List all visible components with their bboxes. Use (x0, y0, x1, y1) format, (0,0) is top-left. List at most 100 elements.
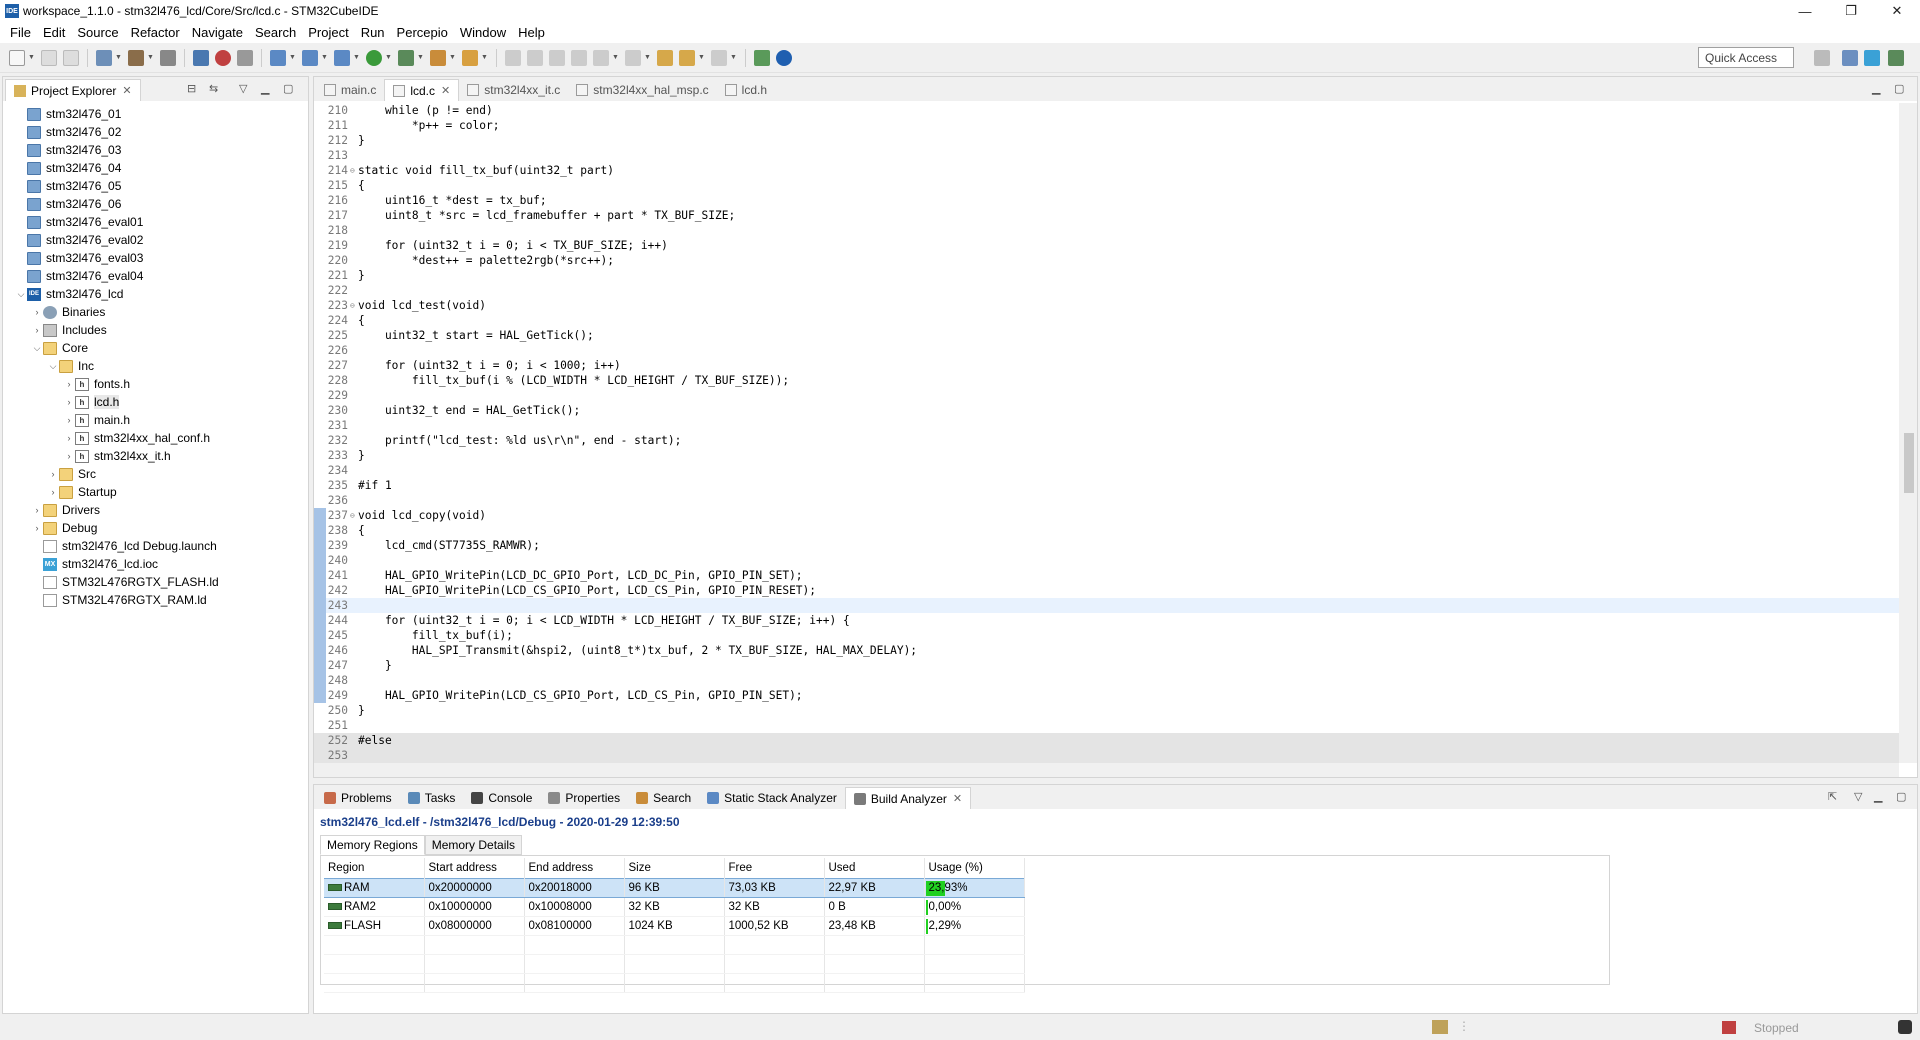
chevron-right-icon[interactable]: › (63, 451, 75, 461)
debug-perspective-icon[interactable] (1888, 50, 1904, 66)
code-line[interactable]: 229 (314, 388, 1899, 403)
code-line[interactable]: 238 { (314, 523, 1899, 538)
tree-item[interactable]: › h stm32l4xx_it.h (3, 447, 308, 465)
tree-item[interactable]: stm32l476_03 (3, 141, 308, 159)
tree-item[interactable]: stm32l476_02 (3, 123, 308, 141)
column-header-used[interactable]: Used (824, 858, 925, 878)
tree-item[interactable]: stm32l476_eval01 (3, 213, 308, 231)
minimize-button[interactable]: — (1782, 0, 1828, 22)
menu-percepio[interactable]: Percepio (391, 25, 454, 40)
code-line[interactable]: 219 for (uint32_t i = 0; i < TX_BUF_SIZE… (314, 238, 1899, 253)
block-select-icon[interactable] (549, 49, 565, 66)
chevron-down-icon[interactable]: ⌵ (31, 343, 43, 354)
next-annotation-dropdown-icon[interactable]: ▼ (612, 54, 619, 61)
code-line[interactable]: 245 fill_tx_buf(i); (314, 628, 1899, 643)
whitespace-icon[interactable] (571, 49, 587, 66)
minimize-editor-icon[interactable]: ▁ (1872, 82, 1880, 95)
pen-icon[interactable] (505, 49, 521, 66)
link-editor-icon[interactable]: ⇆ (209, 82, 218, 95)
menu-refactor[interactable]: Refactor (125, 25, 186, 40)
code-line[interactable]: 247 } (314, 658, 1899, 673)
table-row[interactable]: FLASH 0x08000000 0x08100000 1024 KB 1000,52 … (324, 916, 1025, 936)
code-line[interactable]: 217 uint8_t *src = lcd_framebuffer + par… (314, 208, 1899, 223)
code-line[interactable]: 233} (314, 448, 1899, 463)
code-line[interactable]: 211 *p++ = color; (314, 118, 1899, 133)
menu-source[interactable]: Source (71, 25, 124, 40)
chevron-right-icon[interactable]: › (63, 433, 75, 443)
pin-editor-icon[interactable] (754, 49, 770, 66)
code-line[interactable]: 252 #else (314, 733, 1899, 748)
table-row[interactable]: RAM 0x20000000 0x20018000 96 KB 73,03 KB 22,9… (324, 877, 1025, 898)
code-line[interactable]: 240 (314, 553, 1899, 568)
minimize-view-icon[interactable]: ▁ (1874, 790, 1882, 803)
collapse-all-icon[interactable]: ⊟ (187, 82, 196, 95)
open-type-icon[interactable] (462, 49, 478, 66)
new-project-dropdown-icon[interactable]: ▼ (289, 54, 296, 61)
new-dropdown-icon[interactable]: ▼ (28, 54, 35, 61)
code-line[interactable]: 243 (314, 598, 1899, 613)
code-line[interactable]: 237 ⊖ void lcd_copy(void) (314, 508, 1899, 523)
column-header-free[interactable]: Free (724, 858, 825, 878)
code-line[interactable]: 236 (314, 493, 1899, 508)
menu-search[interactable]: Search (249, 25, 302, 40)
bottom-tab[interactable]: Properties (540, 787, 628, 809)
tree-item[interactable]: › Drivers (3, 501, 308, 519)
status-progress-icon[interactable] (1898, 1020, 1912, 1034)
tree-item[interactable]: stm32l476_04 (3, 159, 308, 177)
fold-icon[interactable]: ⊖ (350, 301, 358, 310)
code-line[interactable]: 249 HAL_GPIO_WritePin(LCD_CS_GPIO_Port, … (314, 688, 1899, 703)
maximize-view-icon[interactable]: ▢ (1896, 790, 1906, 803)
menu-window[interactable]: Window (454, 25, 512, 40)
tree-item[interactable]: › h lcd.h (3, 393, 308, 411)
chevron-down-icon[interactable]: ⌵ (47, 361, 59, 372)
close-icon[interactable]: ✕ (953, 792, 962, 805)
code-line[interactable]: 251 (314, 718, 1899, 733)
chevron-right-icon[interactable]: › (31, 325, 43, 335)
code-line[interactable]: 234 (314, 463, 1899, 478)
view-menu-icon[interactable]: ▽ (1854, 790, 1862, 803)
editor-tab[interactable]: stm32l4xx_it.c (459, 79, 568, 101)
save-icon[interactable] (41, 49, 57, 66)
tree-item[interactable]: STM32L476RGTX_RAM.ld (3, 591, 308, 609)
table-row[interactable]: RAM2 0x10000000 0x10008000 32 KB 32 KB 0 B 0,0… (324, 897, 1025, 917)
code-line[interactable]: 210 while (p != end) (314, 103, 1899, 118)
fold-icon[interactable]: ⊖ (350, 511, 358, 520)
code-line[interactable]: 231 (314, 418, 1899, 433)
tree-item[interactable]: › Binaries (3, 303, 308, 321)
open-perspective-icon[interactable] (1814, 50, 1830, 66)
build-config-dropdown-icon[interactable]: ▼ (115, 54, 122, 61)
menu-navigate[interactable]: Navigate (186, 25, 249, 40)
code-line[interactable]: 220 *dest++ = palette2rgb(*src++); (314, 253, 1899, 268)
minimize-view-icon[interactable]: ▁ (261, 82, 269, 95)
info-icon[interactable] (776, 49, 792, 66)
code-line[interactable]: 218 (314, 223, 1899, 238)
code-line[interactable]: 242 HAL_GPIO_WritePin(LCD_CS_GPIO_Port, … (314, 583, 1899, 598)
pin-view-icon[interactable]: ⇱ (1828, 790, 1837, 803)
tree-item[interactable]: › Debug (3, 519, 308, 537)
external-tools-dropdown-icon[interactable]: ▼ (449, 54, 456, 61)
code-editor[interactable]: 210 while (p != end) 211 *p++ = color; 212… (314, 103, 1899, 763)
prev-annotation-icon[interactable] (625, 49, 641, 66)
open-type-dropdown-icon[interactable]: ▼ (481, 54, 488, 61)
maximize-button[interactable]: ❐ (1828, 0, 1874, 22)
code-line[interactable]: 241 HAL_GPIO_WritePin(LCD_DC_GPIO_Port, … (314, 568, 1899, 583)
status-sync-icon[interactable] (1432, 1020, 1448, 1034)
chevron-right-icon[interactable]: › (47, 469, 59, 479)
column-header-end-address[interactable]: End address (524, 858, 625, 878)
new-project-icon[interactable] (270, 49, 286, 66)
editor-tab[interactable]: lcd.c ✕ (384, 79, 460, 101)
tab-project-explorer[interactable]: Project Explorer ✕ (5, 79, 141, 101)
chevron-right-icon[interactable]: › (31, 307, 43, 317)
editor-tab[interactable]: stm32l4xx_hal_msp.c (568, 79, 716, 101)
debug-connect-icon[interactable] (193, 49, 209, 66)
run-icon[interactable] (366, 49, 382, 66)
build-hammer-icon[interactable] (128, 49, 144, 66)
build-config-icon[interactable] (96, 49, 112, 66)
run-dropdown-icon[interactable]: ▼ (385, 54, 392, 61)
tree-item[interactable]: ⌵ IDE stm32l476_lcd (3, 285, 308, 303)
tree-item[interactable]: › h fonts.h (3, 375, 308, 393)
debug-skip-icon[interactable] (215, 49, 231, 66)
code-line[interactable]: 248 (314, 673, 1899, 688)
bottom-tab[interactable]: Console (463, 787, 540, 809)
tab-memory-details[interactable]: Memory Details (424, 835, 523, 855)
